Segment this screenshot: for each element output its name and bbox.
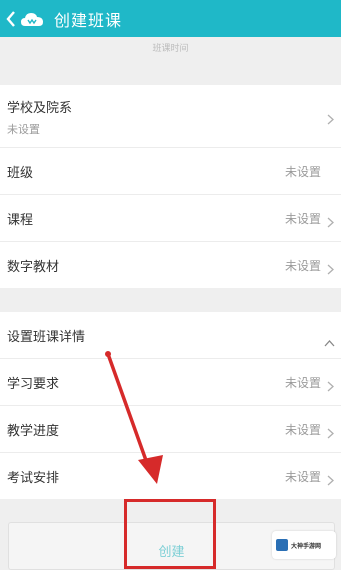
row-value: 未设置: [284, 164, 321, 179]
chevron-right-icon: [327, 110, 334, 125]
watermark-icon: [276, 539, 288, 551]
row-value: 未设置: [284, 422, 321, 437]
exam-schedule-row[interactable]: 考试安排 未设置: [0, 453, 341, 499]
course-details-group: 设置班课详情 学习要求 未设置 教学进度 未设置 考试安排 未设置: [0, 312, 341, 499]
section-title: 设置班课详情: [7, 329, 86, 345]
watermark-text: 大神手游网: [291, 542, 322, 550]
school-department-row[interactable]: 学校及院系 未设置: [0, 85, 341, 148]
chevron-right-icon: [327, 377, 334, 391]
details-header-row[interactable]: 设置班课详情: [0, 312, 341, 359]
study-requirements-row[interactable]: 学习要求 未设置: [0, 359, 341, 406]
watermark-logo: 大神手游网: [272, 531, 336, 559]
row-label: 班级: [7, 165, 34, 181]
cloud-logo-icon: [20, 9, 44, 29]
section-hint: 班课时间: [152, 44, 189, 54]
course-row[interactable]: 课程 未设置: [0, 195, 341, 242]
row-label: 考试安排: [7, 470, 60, 486]
row-value: 未设置: [284, 375, 321, 390]
row-label: 数字教材: [7, 259, 60, 275]
row-value: 未设置: [284, 469, 321, 484]
row-value: 未设置: [284, 258, 321, 273]
chevron-right-icon: [327, 213, 334, 227]
chevron-right-icon: [327, 260, 334, 274]
teaching-progress-row[interactable]: 教学进度 未设置: [0, 406, 341, 453]
row-value: 未设置: [284, 211, 321, 226]
row-label: 学校及院系: [7, 101, 73, 116]
top-bar: 创建班课: [0, 0, 341, 37]
back-arrow-icon[interactable]: [6, 10, 18, 28]
row-value: 未设置: [7, 123, 40, 136]
class-row[interactable]: 班级 未设置: [0, 148, 341, 195]
row-label: 学习要求: [7, 376, 60, 392]
chevron-right-icon: [327, 424, 334, 438]
page-title: 创建班课: [54, 10, 123, 30]
digital-textbook-row[interactable]: 数字教材 未设置: [0, 242, 341, 288]
chevron-up-icon: [324, 332, 335, 346]
chevron-right-icon: [327, 471, 334, 485]
row-label: 教学进度: [7, 423, 60, 439]
school-settings-group: 学校及院系 未设置 班级 未设置 课程 未设置 数字教材 未设置: [0, 85, 341, 288]
row-label: 课程: [7, 212, 34, 228]
